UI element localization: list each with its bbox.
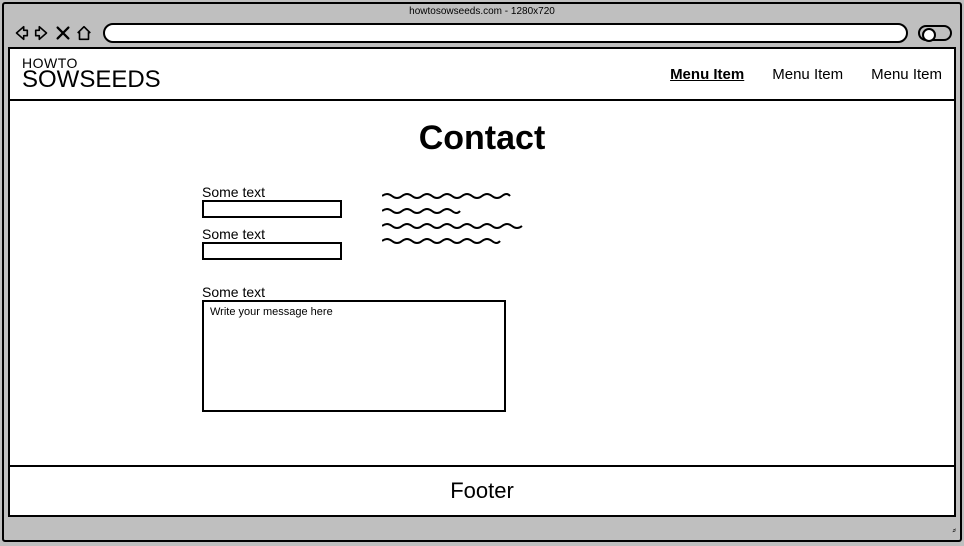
squiggle-line-4 (382, 237, 532, 245)
browser-chrome: howtosowseeds.com - 1280x720 HOWTO SOWSE… (2, 2, 962, 542)
browser-toolbar (4, 19, 960, 47)
field2-input[interactable] (202, 242, 342, 260)
window-title: howtosowseeds.com - 1280x720 (4, 4, 960, 19)
menu-item-1[interactable]: Menu Item (670, 66, 744, 83)
site-header: HOWTO SOWSEEDS Menu Item Menu Item Menu … (10, 49, 954, 101)
squiggle-line-1 (382, 192, 532, 200)
message-textarea[interactable] (202, 300, 506, 412)
site-logo[interactable]: HOWTO SOWSEEDS (22, 58, 161, 90)
back-icon[interactable] (12, 24, 30, 42)
info-text-block (382, 182, 532, 252)
toggle-control[interactable] (918, 25, 952, 41)
menu-item-3[interactable]: Menu Item (871, 66, 942, 83)
squiggle-line-2 (382, 207, 532, 215)
forward-icon[interactable] (33, 24, 51, 42)
close-icon[interactable] (54, 24, 72, 42)
squiggle-line-3 (382, 222, 532, 230)
field1-input[interactable] (202, 200, 342, 218)
menu-item-2[interactable]: Menu Item (772, 66, 843, 83)
contact-form: Some text Some text Some text (202, 182, 762, 417)
main-menu: Menu Item Menu Item Menu Item (670, 66, 942, 83)
main-content: Contact Some text Some text (10, 101, 954, 465)
home-icon[interactable] (75, 24, 93, 42)
field1-label: Some text (202, 184, 342, 200)
field2-label: Some text (202, 226, 342, 242)
page-title: Contact (419, 119, 546, 158)
page-viewport: HOWTO SOWSEEDS Menu Item Menu Item Menu … (8, 47, 956, 517)
resize-grip-icon[interactable]: ⸗ (953, 525, 956, 536)
site-footer: Footer (10, 465, 954, 515)
address-bar[interactable] (103, 23, 908, 43)
logo-bottom-text: SOWSEEDS (22, 70, 161, 90)
message-label: Some text (202, 284, 762, 300)
